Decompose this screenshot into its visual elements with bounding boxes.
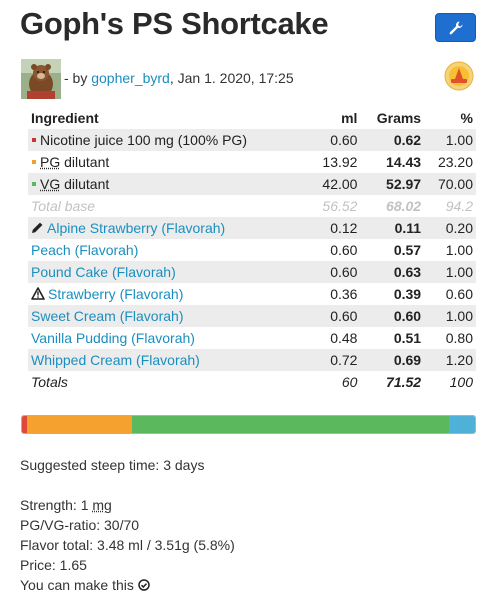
pct-value: 23.20 xyxy=(437,154,473,170)
tools-button[interactable] xyxy=(435,13,476,42)
table-row: Sweet Cream (Flavorah) 0.60 0.60 1.00 xyxy=(28,305,476,327)
vg-color-swatch xyxy=(32,182,36,187)
composition-bar xyxy=(21,415,476,434)
grams-value: 52.97 xyxy=(360,173,425,195)
post-date: , Jan 1. 2020, 17:25 xyxy=(169,70,294,86)
strength-label: Strength: 1 xyxy=(20,497,93,513)
warning-icon[interactable] xyxy=(31,287,45,300)
recipe-title: Goph's PS Shortcake xyxy=(20,6,329,41)
ingredient-name: Nicotine juice 100 mg (100% PG) xyxy=(40,132,247,148)
pct-value: 0.20 xyxy=(424,217,476,239)
header-pct: % xyxy=(460,110,473,126)
grams-value: 0.57 xyxy=(393,242,422,258)
strength: Strength: 1 mg xyxy=(20,497,112,513)
flavor-total: Flavor total: 3.48 ml / 3.51g (5.8%) xyxy=(20,537,235,553)
author-link[interactable]: gopher_byrd xyxy=(91,70,170,86)
total-base-label: Total base xyxy=(31,198,96,214)
ml-value: 60 xyxy=(341,374,358,390)
byline: - by gopher_byrd, Jan 1. 2020, 17:25 xyxy=(64,70,294,86)
make-this-label: You can make this xyxy=(20,577,134,593)
price: Price: 1.65 xyxy=(20,557,87,573)
flavor-link[interactable]: Vanilla Pudding (Flavorah) xyxy=(31,330,195,346)
flavor-link[interactable]: Sweet Cream (Flavorah) xyxy=(31,308,184,324)
pct-value: 70.00 xyxy=(424,173,476,195)
grams-value: 0.39 xyxy=(393,286,422,302)
table-row: PG dilutant 13.92 14.43 23.20 xyxy=(28,151,476,173)
header-ingredient: Ingredient xyxy=(31,110,99,126)
ml-value: 42.00 xyxy=(308,173,361,195)
table-row: Strawberry (Flavorah) 0.36 0.39 0.60 xyxy=(28,283,476,305)
grams-value: 0.11 xyxy=(360,217,425,239)
grams-value: 0.69 xyxy=(360,349,425,371)
grams-value: 0.63 xyxy=(360,261,425,283)
ml-value: 0.60 xyxy=(308,305,361,327)
recipe-table: Ingredient ml Grams % Nicotine juice 100… xyxy=(28,107,476,393)
ml-value: 0.36 xyxy=(330,286,358,302)
ingredient-name: dilutant xyxy=(60,154,110,170)
pgvg-ratio: PG/VG-ratio: 30/70 xyxy=(20,517,140,533)
table-row: VG dilutant 42.00 52.97 70.00 xyxy=(28,173,476,195)
pct-value: 0.60 xyxy=(445,286,473,302)
pct-value: 1.00 xyxy=(424,305,476,327)
pct-value: 1.20 xyxy=(424,349,476,371)
pct-value: 0.80 xyxy=(445,330,473,346)
pct-value: 1.00 xyxy=(445,242,473,258)
flavor-link[interactable]: Whipped Cream (Flavorah) xyxy=(31,352,200,368)
grams-value: 71.52 xyxy=(386,374,422,390)
grams-value: 0.60 xyxy=(360,305,425,327)
bar-segment-pg xyxy=(26,416,132,433)
ml-value: 0.12 xyxy=(308,217,361,239)
steep-time: Suggested steep time: 3 days xyxy=(20,457,205,473)
pct-value: 1.00 xyxy=(424,129,476,151)
grams-value: 14.43 xyxy=(386,154,422,170)
nicotine-color-swatch xyxy=(32,138,36,143)
flavor-link[interactable]: Peach (Flavorah) xyxy=(31,242,138,258)
header-ml: ml xyxy=(341,110,358,126)
bar-segment-vg xyxy=(131,416,449,433)
flavor-link[interactable]: Pound Cake (Flavorah) xyxy=(31,264,176,280)
pencil-icon[interactable] xyxy=(31,221,44,234)
grams-value: 0.62 xyxy=(360,129,425,151)
supporter-badge-icon xyxy=(444,61,474,91)
grams-value: 0.51 xyxy=(393,330,422,346)
ingredient-abbr: PG xyxy=(40,154,61,170)
table-row: Nicotine juice 100 mg (100% PG) 0.60 0.6… xyxy=(28,129,476,151)
ml-value: 0.60 xyxy=(330,242,358,258)
ml-value: 0.60 xyxy=(308,129,361,151)
total-base-row: Total base 56.52 68.02 94.2 xyxy=(28,195,476,217)
ml-value: 0.60 xyxy=(308,261,361,283)
make-this: You can make this xyxy=(20,577,150,593)
by-prefix: - by xyxy=(64,70,88,86)
pct-value: 94.2 xyxy=(445,198,473,214)
header-grams: Grams xyxy=(376,110,422,126)
ingredient-abbr: VG xyxy=(40,176,61,192)
pg-color-swatch xyxy=(32,160,36,165)
flavor-link[interactable]: Strawberry (Flavorah) xyxy=(48,286,183,302)
table-row: Whipped Cream (Flavorah) 0.72 0.69 1.20 xyxy=(28,349,476,371)
wrench-icon xyxy=(449,21,462,34)
ingredient-name: dilutant xyxy=(60,176,110,192)
strength-unit: mg xyxy=(92,497,112,513)
pct-value: 1.00 xyxy=(424,261,476,283)
totals-label: Totals xyxy=(31,374,68,390)
table-row: Peach (Flavorah) 0.60 0.57 1.00 xyxy=(28,239,476,261)
pct-value: 100 xyxy=(449,374,473,390)
ml-value: 13.92 xyxy=(322,154,358,170)
table-row: Alpine Strawberry (Flavorah) 0.12 0.11 0… xyxy=(28,217,476,239)
ml-value: 56.52 xyxy=(322,198,358,214)
ml-value: 0.48 xyxy=(330,330,358,346)
bar-segment-flavor xyxy=(448,416,475,433)
table-row: Pound Cake (Flavorah) 0.60 0.63 1.00 xyxy=(28,261,476,283)
grams-value: 68.02 xyxy=(386,198,422,214)
flavor-link[interactable]: Alpine Strawberry (Flavorah) xyxy=(47,220,225,236)
table-row: Vanilla Pudding (Flavorah) 0.48 0.51 0.8… xyxy=(28,327,476,349)
check-circle-icon[interactable] xyxy=(138,579,150,591)
totals-row: Totals 60 71.52 100 xyxy=(28,371,476,393)
avatar[interactable] xyxy=(21,59,61,99)
ml-value: 0.72 xyxy=(308,349,361,371)
